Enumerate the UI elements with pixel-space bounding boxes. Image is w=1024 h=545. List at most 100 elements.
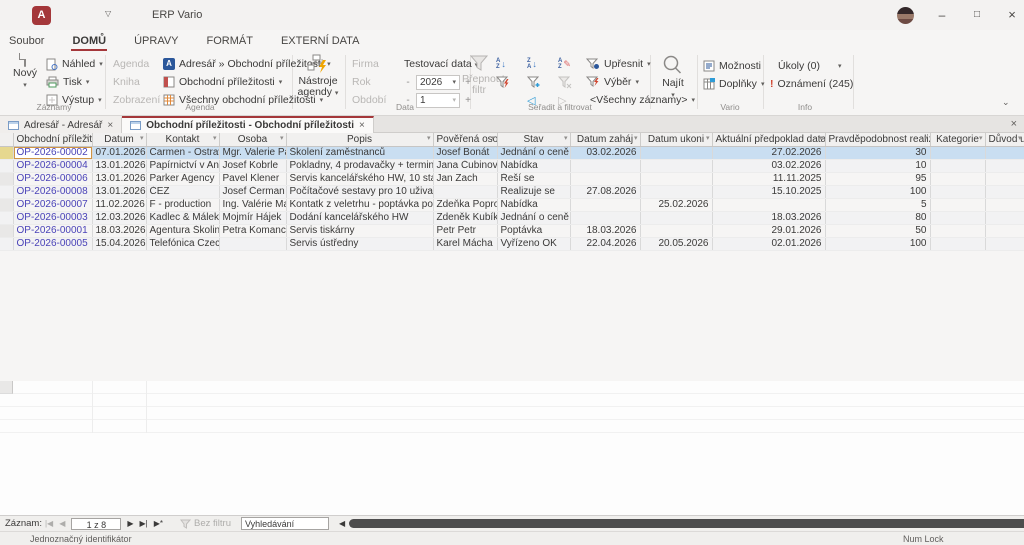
column-header-id[interactable]: Obchodní příležit▾ — [13, 133, 92, 146]
menu-tab-formát[interactable]: FORMÁT — [206, 35, 254, 51]
cell-datum[interactable]: 13.01.2026 — [92, 185, 146, 198]
column-dropdown-icon[interactable]: ▾ — [280, 134, 284, 142]
cell-stav[interactable]: Realizuje se — [497, 185, 570, 198]
column-dropdown-icon[interactable]: ▾ — [1018, 134, 1022, 142]
cell-duvod[interactable] — [985, 159, 1024, 172]
row-selector[interactable] — [0, 159, 13, 172]
column-header-osoba[interactable]: Osoba▾ — [219, 133, 286, 146]
cell-kategorie[interactable] — [930, 185, 985, 198]
cell-aktualni-predpoklad[interactable]: 27.02.2026 — [712, 146, 825, 159]
cell-poverena-osoba[interactable] — [433, 185, 497, 198]
cell-kontakt[interactable]: Kadlec & Málek — [146, 211, 219, 224]
cell-popis[interactable]: Servis kancelářského HW, 10 stanic — [286, 172, 433, 185]
selection-filter-button[interactable]: Výběr▾ — [586, 74, 639, 90]
cell-datum-ukonceni[interactable] — [640, 159, 712, 172]
column-dropdown-icon[interactable]: ▾ — [86, 134, 90, 142]
cell-datum[interactable]: 13.01.2026 — [92, 159, 146, 172]
cell-osoba[interactable] — [219, 237, 286, 250]
cell-duvod[interactable] — [985, 146, 1024, 159]
cell-aktualni-predpoklad[interactable]: 03.02.2026 — [712, 159, 825, 172]
cell-pravdepodobnost[interactable]: 100 — [825, 237, 930, 250]
cell-poverena-osoba[interactable]: Petr Petr — [433, 224, 497, 237]
cell-aktualni-predpoklad[interactable]: 11.11.2025 — [712, 172, 825, 185]
obdobi-increment-button[interactable]: + — [464, 95, 472, 106]
row-selector[interactable] — [0, 224, 13, 237]
cell-osoba[interactable]: Josef Kobrle — [219, 159, 286, 172]
cell-kontakt[interactable]: Papírnictví v Anensk — [146, 159, 219, 172]
cell-stav[interactable]: Nabídka — [497, 198, 570, 211]
cell-datum[interactable]: 18.03.2026 — [92, 224, 146, 237]
first-record-button[interactable]: |◀ — [42, 519, 56, 528]
cell-kategorie[interactable] — [930, 224, 985, 237]
cell-poverena-osoba[interactable]: Jana Čubinová — [433, 159, 497, 172]
cell-pravdepodobnost[interactable]: 10 — [825, 159, 930, 172]
app-icon[interactable]: A — [32, 6, 51, 25]
cell-datum-zahajeni[interactable]: 18.03.2026 — [570, 224, 640, 237]
column-dropdown-icon[interactable]: ▾ — [140, 134, 144, 142]
cell-kategorie[interactable] — [930, 159, 985, 172]
document-tab[interactable]: Obchodní příležitosti - Obchodní příleži… — [122, 116, 374, 133]
cell-popis[interactable]: Školení zaměstnanců — [286, 146, 433, 159]
no-filter-indicator[interactable]: Bez filtru — [180, 518, 231, 529]
next-record-button[interactable]: ▶ — [124, 519, 136, 528]
cell-kontakt[interactable]: Telefónica Czech Re — [146, 237, 219, 250]
cell-datum-ukonceni[interactable] — [640, 211, 712, 224]
column-header-popis[interactable]: Popis▾ — [286, 133, 433, 146]
cell-osoba[interactable]: Mgr. Valerie Par — [219, 146, 286, 159]
previous-record-button[interactable]: ◀ — [56, 519, 68, 528]
cell-aktualni-predpoklad[interactable]: 02.01.2026 — [712, 237, 825, 250]
rok-dropdown[interactable]: 2026▾ — [416, 75, 460, 90]
cell-datum-zahajeni[interactable]: 03.02.2026 — [570, 146, 640, 159]
cell-datum-ukonceni[interactable]: 25.02.2026 — [640, 198, 712, 211]
column-dropdown-icon[interactable]: ▾ — [213, 134, 217, 142]
cell-datum-ukonceni[interactable] — [640, 146, 712, 159]
record-position-box[interactable]: 1 z 8 — [71, 518, 121, 530]
column-dropdown-icon[interactable]: ▾ — [564, 134, 568, 142]
user-avatar[interactable] — [897, 7, 914, 24]
minimize-button[interactable]: – — [925, 0, 959, 30]
cell-kategorie[interactable] — [930, 146, 985, 159]
column-header-datum-zahajeni[interactable]: Datum zaháj▾ — [570, 133, 640, 146]
cell-kontakt[interactable]: Agentura Školinda — [146, 224, 219, 237]
cell-kategorie[interactable] — [930, 211, 985, 224]
cell-kontakt[interactable]: Parker Agency — [146, 172, 219, 185]
row-selector[interactable] — [0, 198, 13, 211]
cell-id[interactable]: OP-2026-00006 — [13, 172, 92, 185]
cell-kategorie[interactable] — [930, 172, 985, 185]
menu-tab-soubor[interactable]: Soubor — [8, 35, 45, 51]
cell-aktualni-predpoklad[interactable]: 18.03.2026 — [712, 211, 825, 224]
cell-datum-ukonceni[interactable] — [640, 224, 712, 237]
cell-popis[interactable]: Počítačové sestavy pro 10 uživatelů — [286, 185, 433, 198]
column-header-stav[interactable]: Stav▾ — [497, 133, 570, 146]
cell-osoba[interactable]: Mojmír Hájek — [219, 211, 286, 224]
cell-datum-zahajeni[interactable] — [570, 198, 640, 211]
notifications-button[interactable]: ! Oznámení (245) — [770, 76, 853, 92]
cell-stav[interactable]: Řeší se — [497, 172, 570, 185]
cell-poverena-osoba[interactable]: Jan Zach — [433, 172, 497, 185]
last-record-button[interactable]: ▶| — [137, 519, 151, 528]
close-tab-icon[interactable]: × — [359, 120, 365, 131]
cell-kategorie[interactable] — [930, 198, 985, 211]
cell-stav[interactable]: Nabídka — [497, 159, 570, 172]
close-tab-icon[interactable]: × — [107, 120, 113, 131]
cell-datum-zahajeni[interactable]: 27.08.2026 — [570, 185, 640, 198]
new-record-button[interactable]: Nový▾ — [8, 54, 42, 91]
cell-stav[interactable]: Poptávka — [497, 224, 570, 237]
cell-id[interactable]: OP-2026-00001 — [13, 224, 92, 237]
column-header-datum-ukonceni[interactable]: Datum ukoni▾ — [640, 133, 712, 146]
close-button[interactable]: × — [995, 0, 1024, 30]
cell-poverena-osoba[interactable]: Zdeňka Poprová — [433, 198, 497, 211]
document-tab[interactable]: Adresář - Adresář× — [0, 116, 122, 133]
cell-pravdepodobnost[interactable]: 5 — [825, 198, 930, 211]
cell-datum-zahajeni[interactable] — [570, 159, 640, 172]
cell-osoba[interactable]: Petra Komancov — [219, 224, 286, 237]
cell-popis[interactable]: Servis ústředny — [286, 237, 433, 250]
addins-button[interactable]: Doplňky▾ — [703, 76, 764, 92]
filter-clear-button[interactable] — [558, 74, 572, 90]
cell-aktualni-predpoklad[interactable]: 29.01.2026 — [712, 224, 825, 237]
cell-popis[interactable]: Servis tiskárny — [286, 224, 433, 237]
cell-kontakt[interactable]: Carmen - Ostrava — [146, 146, 219, 159]
tasks-button[interactable]: Úkoly (0)▾ — [778, 58, 842, 74]
cell-datum-zahajeni[interactable] — [570, 172, 640, 185]
search-input[interactable]: Vyhledávání — [241, 517, 329, 530]
